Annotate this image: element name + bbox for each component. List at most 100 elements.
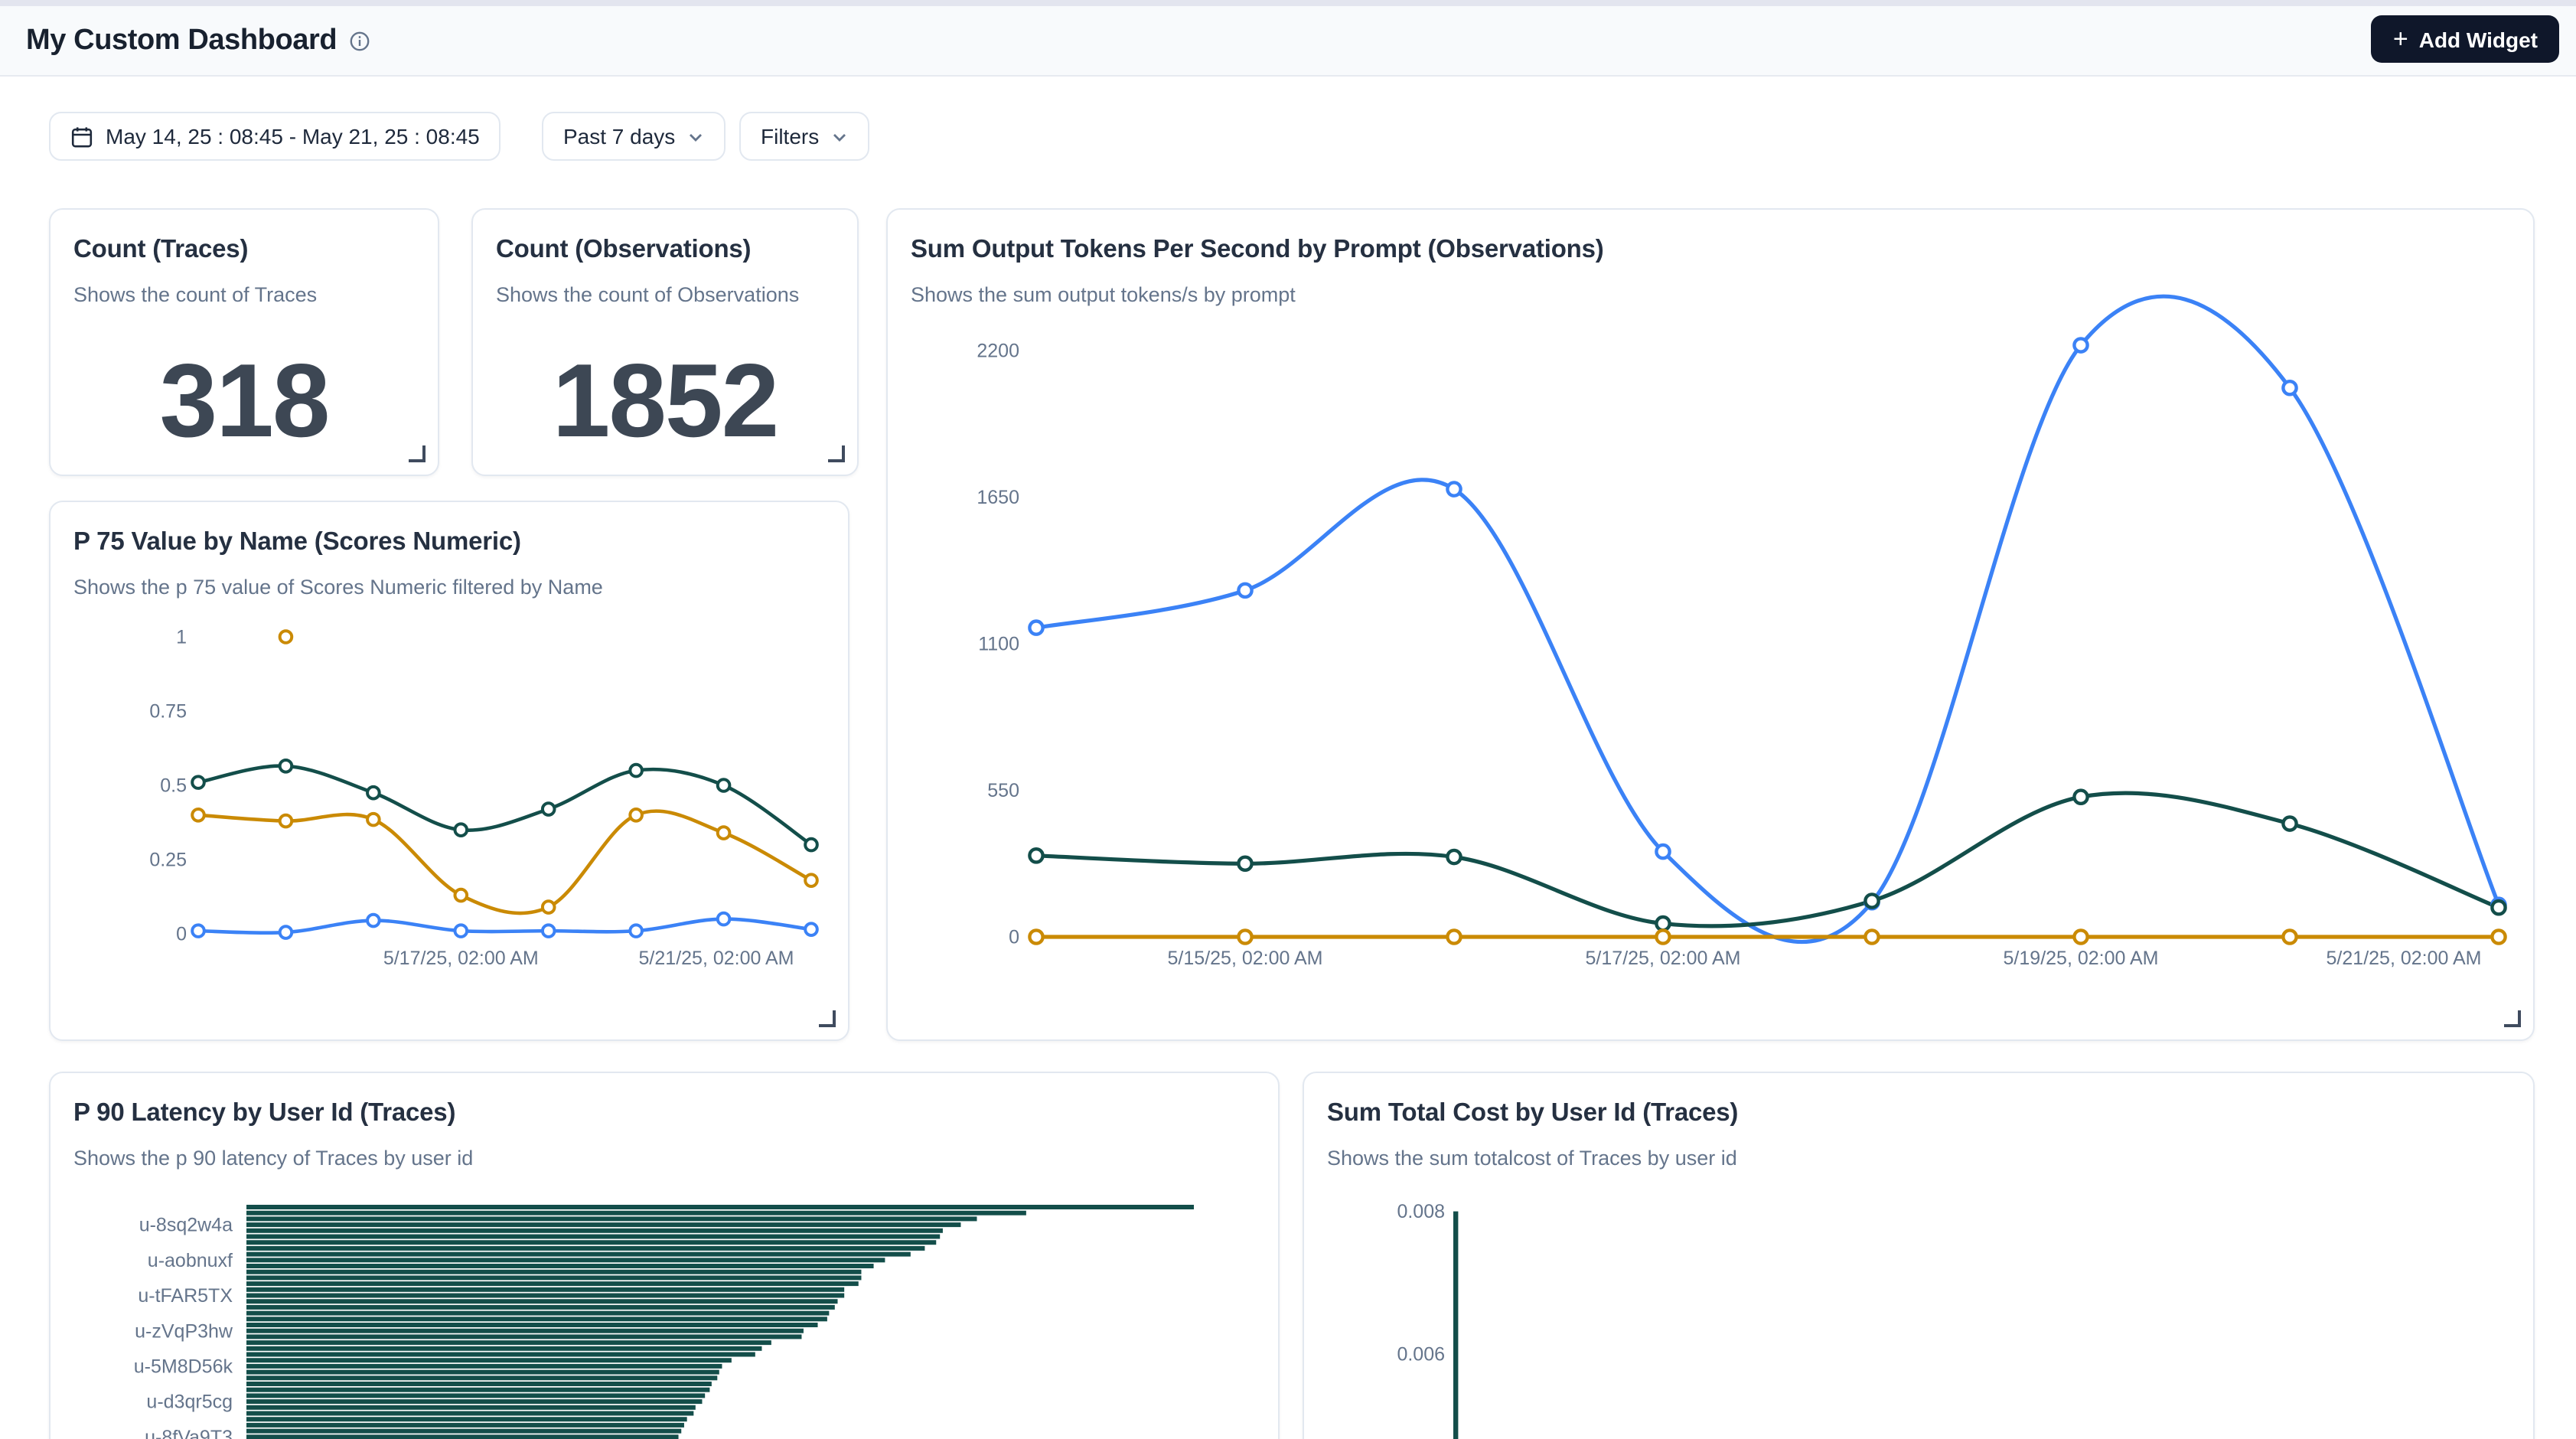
chevron-down-icon (687, 128, 704, 145)
data-point-marker (367, 787, 380, 799)
axis-tick-label: u-tFAR5TX (138, 1285, 233, 1307)
widget-subtitle: Shows the count of Traces (73, 283, 317, 306)
axis-tick-label: 5/19/25, 02:00 AM (2004, 948, 2159, 969)
widget-title: P 90 Latency by User Id (Traces) (73, 1099, 455, 1128)
date-range-picker[interactable]: May 14, 25 : 08:45 - May 21, 25 : 08:45 (49, 112, 501, 161)
data-point-marker (1447, 930, 1460, 943)
widget-title: Sum Output Tokens Per Second by Prompt (… (911, 236, 1604, 265)
latency-bar (246, 1275, 861, 1280)
widget-subtitle: Shows the p 90 latency of Traces by user… (73, 1147, 473, 1170)
data-point-marker (2492, 930, 2505, 943)
latency-bar (246, 1353, 755, 1357)
sum-output-tokens-line-chart[interactable]: 05501100165022005/15/25, 02:00 AM5/17/25… (895, 321, 2535, 1041)
data-point-marker (2074, 338, 2087, 351)
axis-tick-label: 0.006 (1397, 1344, 1445, 1366)
latency-bar (246, 1375, 717, 1380)
count-traces-value: 318 (51, 341, 438, 461)
resize-handle-icon[interactable] (819, 1010, 836, 1027)
latency-bar (246, 1287, 844, 1292)
widget-title: Count (Traces) (73, 236, 248, 265)
data-point-marker (1029, 622, 1042, 635)
data-point-marker (718, 779, 730, 791)
latency-bar (246, 1246, 924, 1251)
data-point-marker (718, 827, 730, 839)
range-preset-dropdown[interactable]: Past 7 days (542, 112, 726, 161)
data-point-marker (1238, 930, 1251, 943)
data-point-marker (543, 901, 555, 913)
latency-bar (246, 1240, 936, 1245)
latency-bar (246, 1317, 827, 1321)
axis-tick-label: 0.5 (160, 775, 187, 797)
axis-tick-label: u-8sq2w4a (139, 1215, 233, 1236)
axis-tick-label: 1100 (978, 634, 1019, 655)
data-point-marker (1865, 930, 1878, 943)
latency-bar (246, 1346, 761, 1351)
data-point-marker (1029, 849, 1042, 862)
widget-title: P 75 Value by Name (Scores Numeric) (73, 528, 521, 557)
resize-handle-icon[interactable] (409, 445, 426, 462)
resize-handle-icon[interactable] (828, 445, 845, 462)
data-point-marker (630, 765, 642, 777)
axis-tick-label: 1 (176, 627, 187, 648)
data-point-marker (1238, 584, 1251, 597)
latency-bar (246, 1329, 804, 1333)
data-point-marker (543, 803, 555, 815)
p90-latency-bar-chart[interactable]: u-8sq2w4au-aobnuxfu-tFAR5TXu-zVqP3hwu-5M… (61, 1197, 1280, 1439)
filter-toolbar: May 14, 25 : 08:45 - May 21, 25 : 08:45 … (0, 77, 2576, 162)
data-point-marker (630, 809, 642, 821)
p75-value-line-chart[interactable]: 00.250.50.7515/17/25, 02:00 AM5/21/25, 0… (61, 605, 851, 980)
add-widget-button[interactable]: + Add Widget (2372, 15, 2559, 63)
data-point-marker (192, 925, 204, 937)
chevron-down-icon (831, 128, 848, 145)
data-point-marker (805, 923, 817, 935)
plus-icon: + (2393, 26, 2408, 52)
data-point-marker (1029, 930, 1042, 943)
data-point-marker (367, 814, 380, 826)
data-point-marker (455, 824, 467, 836)
line-series-prompt-teal (1036, 793, 2499, 926)
latency-bar (246, 1205, 1194, 1209)
latency-bar (246, 1258, 885, 1262)
dashboard-page: My Custom Dashboard + Add Widget May 14,… (0, 0, 2576, 1439)
widget-title: Count (Observations) (496, 236, 751, 265)
latency-bar (246, 1222, 960, 1227)
add-widget-label: Add Widget (2419, 27, 2538, 51)
axis-tick-label: 0.75 (149, 701, 187, 723)
cost-bar (1453, 1212, 1458, 1439)
latency-bar (246, 1382, 712, 1386)
data-point-marker (2283, 381, 2296, 394)
latency-bar (246, 1281, 859, 1286)
latency-bar (246, 1294, 844, 1298)
latency-bar (246, 1429, 681, 1434)
latency-bar (246, 1405, 696, 1410)
latency-bar (246, 1299, 838, 1304)
latency-bar (246, 1252, 911, 1257)
filters-dropdown[interactable]: Filters (739, 112, 869, 161)
range-preset-value: Past 7 days (563, 124, 675, 148)
data-point-marker (2492, 901, 2505, 914)
axis-tick-label: 5/21/25, 02:00 AM (2327, 948, 2482, 969)
axis-tick-label: 0 (176, 924, 187, 945)
axis-tick-label: 550 (987, 780, 1019, 801)
latency-bar (246, 1270, 861, 1274)
sum-total-cost-bar-chart[interactable]: 0.0080.006 (1316, 1194, 2535, 1439)
data-point-marker (718, 913, 730, 925)
widget-title: Sum Total Cost by User Id (Traces) (1327, 1099, 1738, 1128)
info-icon[interactable] (349, 30, 370, 51)
axis-tick-label: 5/17/25, 02:00 AM (1586, 948, 1741, 969)
data-point-marker (192, 776, 204, 788)
latency-bar (246, 1340, 771, 1345)
data-point-marker (1865, 894, 1878, 907)
widget-subtitle: Shows the sum totalcost of Traces by use… (1327, 1147, 1737, 1170)
latency-bar (246, 1264, 874, 1268)
axis-tick-label: 5/15/25, 02:00 AM (1168, 948, 1323, 969)
widget-subtitle: Shows the count of Observations (496, 283, 799, 306)
data-point-marker (455, 889, 467, 902)
date-range-value: May 14, 25 : 08:45 - May 21, 25 : 08:45 (106, 124, 480, 148)
data-point-marker (2074, 791, 2087, 804)
data-point-marker (543, 925, 555, 937)
widget-subtitle: Shows the sum output tokens/s by prompt (911, 283, 1296, 306)
window-top-strip (0, 0, 2576, 6)
latency-bar (246, 1364, 722, 1369)
axis-tick-label: u-d3qr5cg (146, 1392, 233, 1413)
